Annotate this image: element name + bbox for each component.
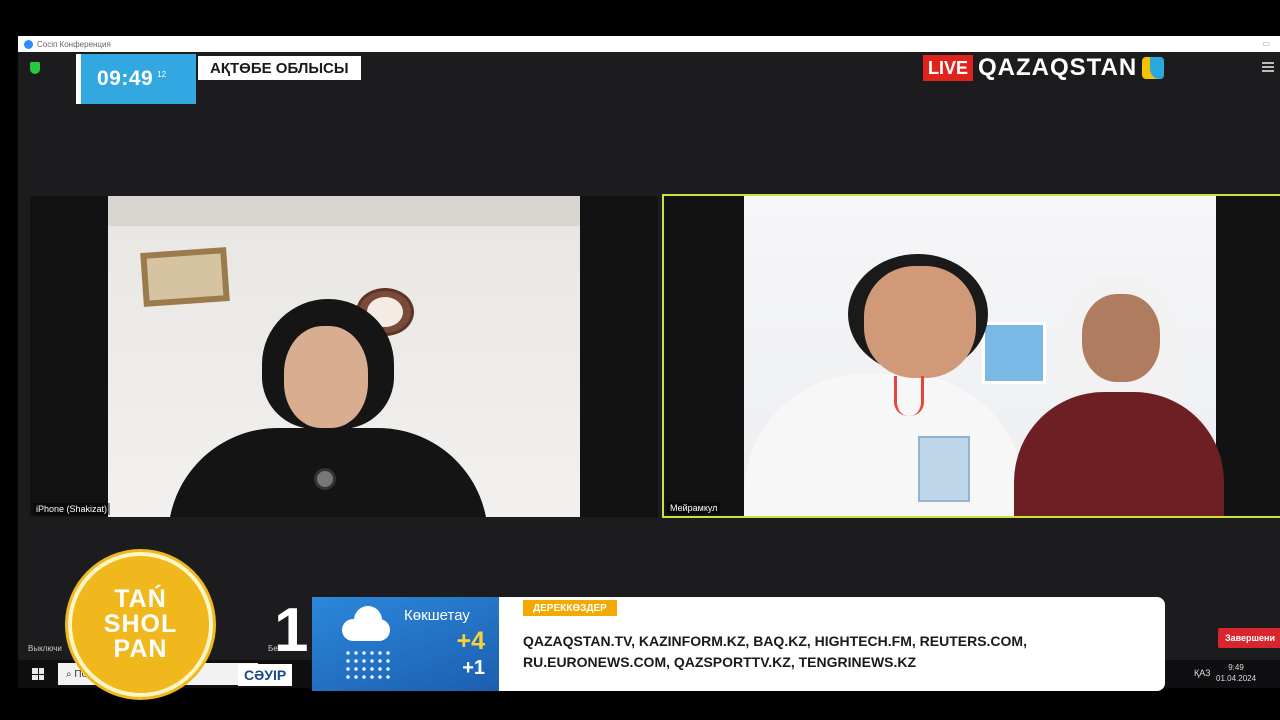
date-month: СӘУІР — [238, 664, 293, 686]
window-titlebar: Сосіп Конференция ▭ — [18, 36, 1280, 52]
participant-name: iPhone (Shakizat) — [33, 503, 111, 515]
channel-emblem-icon — [1142, 56, 1165, 79]
system-date: 01.04.2024 — [1216, 674, 1257, 683]
date-day: 1 — [274, 596, 309, 665]
system-time: 9:49 — [1228, 663, 1244, 672]
channel-logo: LIVE QAZAQSTAN — [923, 53, 1165, 81]
id-badge — [918, 436, 970, 502]
language-indicator[interactable]: ҚАЗ — [1194, 668, 1211, 678]
sources-ticker: ДЕРЕККӨЗДЕР QAZAQSTAN.TV, KAZINFORM.KZ, … — [499, 597, 1165, 691]
encryption-shield-icon[interactable] — [30, 62, 40, 74]
live-badge: LIVE — [923, 54, 974, 81]
rain-drops-icon — [344, 649, 390, 679]
show-logo-text: SHOL — [103, 610, 178, 638]
wall-poster — [982, 322, 1046, 384]
participant-tile-shakizat[interactable]: iPhone (Shakizat) — [30, 196, 658, 517]
window-controls[interactable]: ▭ — [1262, 39, 1270, 48]
sources-tag: ДЕРЕККӨЗДЕР — [523, 600, 617, 616]
show-logo-text: TAŃ — [114, 585, 167, 613]
weather-day-temp: +4 — [456, 627, 485, 655]
view-menu-icon[interactable] — [1262, 62, 1274, 72]
channel-name: QAZAQSTAN — [978, 53, 1138, 81]
rain-cloud-icon — [342, 606, 390, 641]
windows-start-icon[interactable] — [32, 668, 44, 680]
weather-night-temp: +1 — [462, 657, 485, 679]
weather-city: Көкшетау — [404, 607, 470, 624]
sources-line: RU.EURONEWS.COM, QAZSPORTTV.KZ, TENGRINE… — [523, 654, 917, 670]
end-meeting-button[interactable]: Завершени — [1218, 628, 1280, 648]
window-title: Сосіп Конференция — [37, 39, 111, 49]
app-icon — [24, 39, 33, 49]
broadcast-clock: 09:49 12 — [76, 54, 196, 104]
show-logo-text: PAN — [113, 635, 168, 663]
broadcast-seconds: 12 — [157, 69, 167, 79]
participant-tile-meiramkul[interactable]: Мейрамкул — [662, 194, 1280, 518]
video-feed — [108, 196, 580, 517]
region-label: АҚТӨБЕ ОБЛЫСЫ — [198, 56, 361, 80]
conference-window: Сосіп Конференция ▭ iPhone (Shakizat) Ме… — [18, 36, 1280, 688]
broadcast-time: 09:49 — [97, 67, 154, 90]
search-icon: ⌕ — [66, 668, 75, 680]
weather-panel: Көкшетау +4 +1 — [312, 597, 499, 691]
sources-line: QAZAQSTAN.TV, KAZINFORM.KZ, BAQ.KZ, HIGH… — [523, 633, 1027, 649]
mute-button[interactable]: Выключи — [28, 644, 62, 653]
system-clock[interactable]: 9:49 01.04.2024 — [1216, 662, 1256, 684]
wall-decoration — [140, 247, 230, 307]
participant-name: Мейрамкул — [667, 502, 721, 514]
show-logo: TAŃ SHOL PAN — [68, 552, 213, 697]
video-feed — [744, 196, 1224, 516]
